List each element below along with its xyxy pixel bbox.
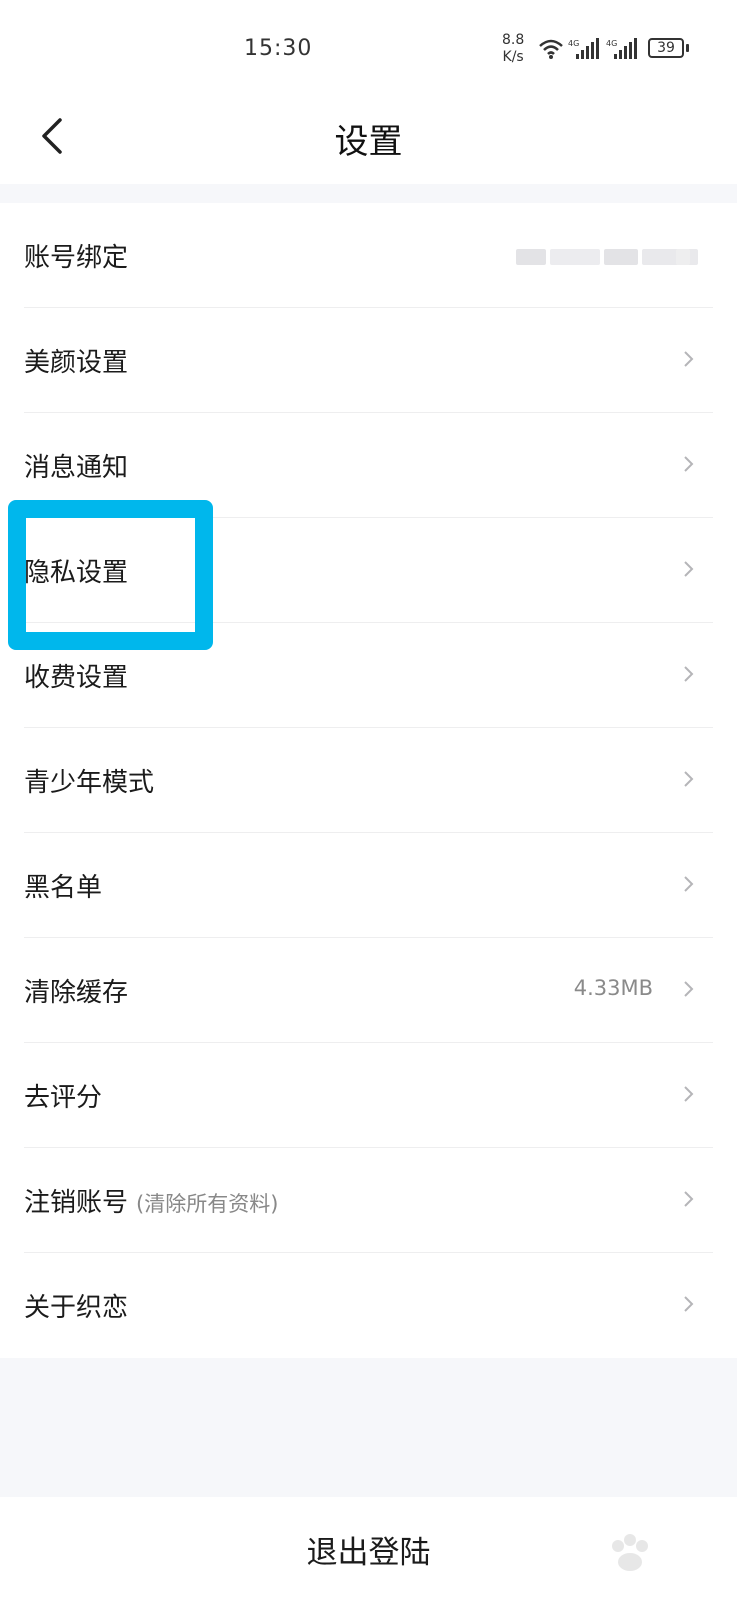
wifi-icon bbox=[539, 39, 563, 59]
chevron-right-icon bbox=[684, 561, 694, 577]
settings-item-about[interactable]: 关于织恋 bbox=[0, 1253, 737, 1358]
chevron-right-icon bbox=[684, 1086, 694, 1102]
chevron-right-icon bbox=[684, 351, 694, 367]
signal-4g-icon: 4G bbox=[568, 38, 599, 59]
chevron-right-icon bbox=[684, 666, 694, 682]
settings-list: 账号绑定 美颜设置 消息通知 隐私设置 收费设置 青少年模式 黑名单 清除缓存 … bbox=[0, 203, 737, 1358]
settings-item-delete-account[interactable]: 注销账号 (清除所有资料) bbox=[0, 1148, 737, 1253]
chevron-right-icon bbox=[684, 1191, 694, 1207]
status-bar: 15:30 8.8 K/s 4G 4G 39 bbox=[0, 0, 737, 100]
chevron-right-icon bbox=[684, 771, 694, 787]
settings-item-clear-cache[interactable]: 清除缓存 4.33MB bbox=[0, 938, 737, 1043]
network-speed: 8.8 K/s bbox=[502, 32, 524, 66]
settings-item-label: 清除缓存 bbox=[24, 978, 129, 1008]
settings-item-rate[interactable]: 去评分 bbox=[0, 1043, 737, 1148]
settings-item-label: 收费设置 bbox=[24, 663, 129, 693]
page-title: 设置 bbox=[334, 122, 403, 162]
settings-item-label: 账号绑定 bbox=[24, 243, 129, 273]
settings-item-label: 美颜设置 bbox=[24, 348, 129, 378]
chevron-right-icon bbox=[684, 876, 694, 892]
blurred-account-value bbox=[516, 243, 706, 271]
settings-item-label: 消息通知 bbox=[24, 453, 129, 483]
settings-item-label: 黑名单 bbox=[24, 873, 103, 903]
settings-item-sublabel: (清除所有资料) bbox=[136, 1192, 279, 1216]
cache-size-value: 4.33MB bbox=[573, 976, 653, 1000]
svg-text:4G: 4G bbox=[568, 39, 579, 48]
settings-item-beauty[interactable]: 美颜设置 bbox=[0, 308, 737, 413]
highlight-annotation-box bbox=[8, 500, 213, 650]
battery-tip bbox=[686, 44, 689, 52]
settings-item-label: 注销账号 (清除所有资料) bbox=[24, 1182, 278, 1219]
settings-item-label: 去评分 bbox=[24, 1083, 103, 1113]
settings-item-label: 青少年模式 bbox=[24, 768, 155, 798]
network-speed-unit: K/s bbox=[502, 49, 524, 65]
battery-icon: 39 bbox=[648, 38, 684, 58]
settings-item-label-text: 注销账号 bbox=[24, 1188, 129, 1218]
settings-item-label: 关于织恋 bbox=[24, 1293, 129, 1323]
signal-4g-icon: 4G bbox=[606, 38, 637, 59]
settings-item-teen-mode[interactable]: 青少年模式 bbox=[0, 728, 737, 833]
status-time: 15:30 bbox=[244, 36, 313, 61]
settings-item-account-binding[interactable]: 账号绑定 bbox=[0, 203, 737, 308]
chevron-right-icon bbox=[684, 456, 694, 472]
chevron-right-icon bbox=[684, 1296, 694, 1312]
svg-text:4G: 4G bbox=[606, 39, 617, 48]
network-speed-value: 8.8 bbox=[502, 32, 525, 48]
watermark-paw-icon bbox=[612, 1534, 648, 1571]
nav-bar: 设置 bbox=[0, 100, 737, 184]
settings-item-blacklist[interactable]: 黑名单 bbox=[0, 833, 737, 938]
chevron-right-icon bbox=[684, 981, 694, 997]
